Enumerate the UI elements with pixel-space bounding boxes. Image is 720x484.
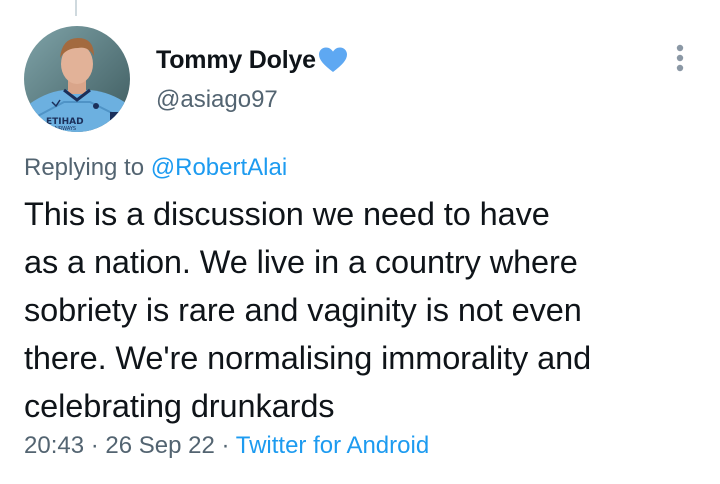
tweet-text-line: there. We're normalising immorality and <box>24 340 592 376</box>
thread-connector-line <box>75 0 77 16</box>
replying-to: Replying to @RobertAlai <box>24 154 287 182</box>
blue-heart-icon <box>318 46 348 74</box>
avatar[interactable]: ETIHAD AIRWAYS <box>24 26 130 132</box>
tweet-text-line: as a nation. We live in a country where <box>24 244 578 280</box>
tweet-meta: 20:43 · 26 Sep 22 · Twitter for Android <box>24 432 429 460</box>
user-handle[interactable]: @asiago97 <box>156 86 278 114</box>
svg-text:AIRWAYS: AIRWAYS <box>54 126 76 132</box>
meta-separator: · <box>90 432 99 459</box>
name-row: Tommy Dolye <box>156 44 348 76</box>
tweet-time[interactable]: 20:43 <box>24 432 84 459</box>
tweet-text-line: celebrating drunkards <box>24 388 335 424</box>
reply-mention-link[interactable]: @RobertAlai <box>151 154 287 181</box>
tweet-text: This is a discussion we need to have as … <box>24 190 704 430</box>
display-name[interactable]: Tommy Dolye <box>156 46 316 75</box>
tweet-text-line: sobriety is rare and vaginity is not eve… <box>24 292 582 328</box>
tweet-card: ETIHAD AIRWAYS Tommy Dolye @asiago97 Rep… <box>0 0 720 484</box>
more-vertical-icon[interactable] <box>668 40 692 76</box>
avatar-image: ETIHAD AIRWAYS <box>24 26 130 132</box>
meta-separator: · <box>221 432 230 459</box>
tweet-source-link[interactable]: Twitter for Android <box>236 432 429 459</box>
tweet-date[interactable]: 26 Sep 22 <box>105 432 214 459</box>
replying-prefix: Replying to <box>24 154 145 181</box>
tweet-text-line: This is a discussion we need to have <box>24 196 550 232</box>
